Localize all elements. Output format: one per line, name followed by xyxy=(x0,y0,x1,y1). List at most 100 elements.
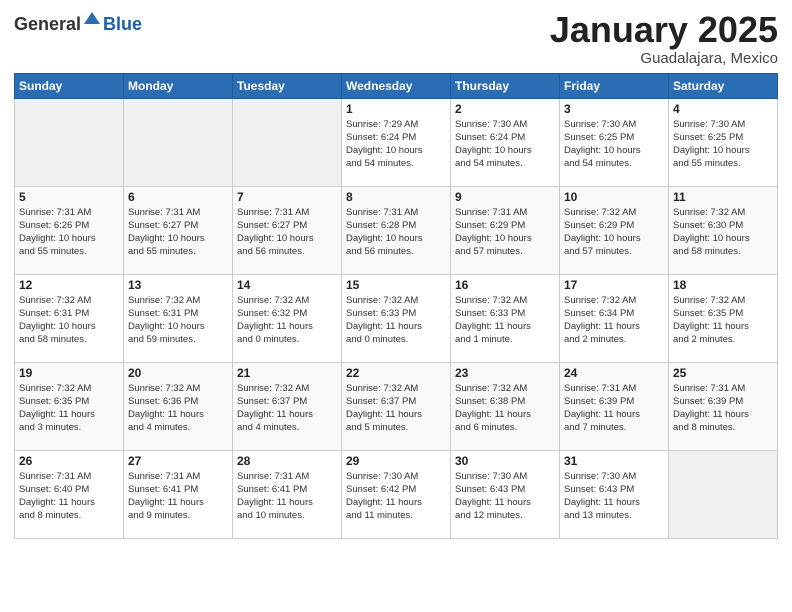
day-number: 24 xyxy=(564,366,664,380)
col-tuesday: Tuesday xyxy=(233,73,342,98)
day-info: Sunrise: 7:32 AM Sunset: 6:38 PM Dayligh… xyxy=(455,382,555,435)
calendar-day-cell: 31 Sunrise: 7:30 AM Sunset: 6:43 PM Dayli… xyxy=(560,450,669,538)
calendar-day-cell: 12 Sunrise: 7:32 AM Sunset: 6:31 PM Dayli… xyxy=(15,274,124,362)
day-number: 7 xyxy=(237,190,337,204)
col-friday: Friday xyxy=(560,73,669,98)
day-number: 29 xyxy=(346,454,446,468)
day-info: Sunrise: 7:32 AM Sunset: 6:33 PM Dayligh… xyxy=(346,294,446,347)
day-info: Sunrise: 7:32 AM Sunset: 6:31 PM Dayligh… xyxy=(128,294,228,347)
calendar-day-cell: 29Sunrise: 7:30 AM Sunset: 6:42 PM Dayli… xyxy=(342,450,451,538)
day-info: Sunrise: 7:29 AM Sunset: 6:24 PM Dayligh… xyxy=(346,118,446,171)
calendar-week-row: 12 Sunrise: 7:32 AM Sunset: 6:31 PM Dayli… xyxy=(15,274,778,362)
day-number: 12 xyxy=(19,278,119,292)
calendar-day-cell: 20 Sunrise: 7:32 AM Sunset: 6:36 PM Dayli… xyxy=(124,362,233,450)
day-number: 1 xyxy=(346,102,446,116)
day-info: Sunrise: 7:30 AM Sunset: 6:25 PM Dayligh… xyxy=(564,118,664,171)
col-wednesday: Wednesday xyxy=(342,73,451,98)
calendar-day-cell: 8 Sunrise: 7:31 AM Sunset: 6:28 PM Daylig… xyxy=(342,186,451,274)
calendar-day-cell: 25Sunrise: 7:31 AM Sunset: 6:39 PM Dayli… xyxy=(669,362,778,450)
header: General Blue January 2025 Guadalajara, M… xyxy=(14,10,778,67)
calendar-day-cell: 5 Sunrise: 7:31 AM Sunset: 6:26 PM Daylig… xyxy=(15,186,124,274)
calendar-day-cell: 3 Sunrise: 7:30 AM Sunset: 6:25 PM Daylig… xyxy=(560,98,669,186)
calendar-day-cell: 26Sunrise: 7:31 AM Sunset: 6:40 PM Dayli… xyxy=(15,450,124,538)
calendar-day-cell: 7Sunrise: 7:31 AM Sunset: 6:27 PM Daylig… xyxy=(233,186,342,274)
calendar-day-cell: 2Sunrise: 7:30 AM Sunset: 6:24 PM Daylig… xyxy=(451,98,560,186)
day-info: Sunrise: 7:32 AM Sunset: 6:33 PM Dayligh… xyxy=(455,294,555,347)
day-number: 23 xyxy=(455,366,555,380)
calendar-day-cell: 16 Sunrise: 7:32 AM Sunset: 6:33 PM Dayli… xyxy=(451,274,560,362)
location: Guadalajara, Mexico xyxy=(550,50,778,67)
page: General Blue January 2025 Guadalajara, M… xyxy=(0,0,792,612)
calendar-day-cell xyxy=(233,98,342,186)
day-info: Sunrise: 7:32 AM Sunset: 6:34 PM Dayligh… xyxy=(564,294,664,347)
day-info: Sunrise: 7:31 AM Sunset: 6:26 PM Dayligh… xyxy=(19,206,119,259)
day-number: 6 xyxy=(128,190,228,204)
col-thursday: Thursday xyxy=(451,73,560,98)
calendar-day-cell: 9Sunrise: 7:31 AM Sunset: 6:29 PM Daylig… xyxy=(451,186,560,274)
calendar-day-cell: 28Sunrise: 7:31 AM Sunset: 6:41 PM Dayli… xyxy=(233,450,342,538)
day-number: 27 xyxy=(128,454,228,468)
day-info: Sunrise: 7:31 AM Sunset: 6:27 PM Dayligh… xyxy=(128,206,228,259)
day-info: Sunrise: 7:30 AM Sunset: 6:24 PM Dayligh… xyxy=(455,118,555,171)
title-area: January 2025 Guadalajara, Mexico xyxy=(550,10,778,67)
day-info: Sunrise: 7:31 AM Sunset: 6:41 PM Dayligh… xyxy=(128,470,228,523)
day-number: 16 xyxy=(455,278,555,292)
day-number: 21 xyxy=(237,366,337,380)
calendar-day-cell: 22Sunrise: 7:32 AM Sunset: 6:37 PM Dayli… xyxy=(342,362,451,450)
calendar-day-cell: 17 Sunrise: 7:32 AM Sunset: 6:34 PM Dayli… xyxy=(560,274,669,362)
day-number: 5 xyxy=(19,190,119,204)
day-info: Sunrise: 7:31 AM Sunset: 6:39 PM Dayligh… xyxy=(673,382,773,435)
calendar-day-cell: 15Sunrise: 7:32 AM Sunset: 6:33 PM Dayli… xyxy=(342,274,451,362)
day-number: 20 xyxy=(128,366,228,380)
col-sunday: Sunday xyxy=(15,73,124,98)
calendar-day-cell: 21 Sunrise: 7:32 AM Sunset: 6:37 PM Dayli… xyxy=(233,362,342,450)
day-info: Sunrise: 7:31 AM Sunset: 6:28 PM Dayligh… xyxy=(346,206,446,259)
calendar-day-cell: 4Sunrise: 7:30 AM Sunset: 6:25 PM Daylig… xyxy=(669,98,778,186)
logo: General Blue xyxy=(14,10,142,35)
day-info: Sunrise: 7:32 AM Sunset: 6:36 PM Dayligh… xyxy=(128,382,228,435)
calendar-day-cell: 14Sunrise: 7:32 AM Sunset: 6:32 PM Dayli… xyxy=(233,274,342,362)
calendar-day-cell: 10Sunrise: 7:32 AM Sunset: 6:29 PM Dayli… xyxy=(560,186,669,274)
day-number: 30 xyxy=(455,454,555,468)
day-number: 13 xyxy=(128,278,228,292)
calendar-day-cell: 6 Sunrise: 7:31 AM Sunset: 6:27 PM Daylig… xyxy=(124,186,233,274)
day-number: 18 xyxy=(673,278,773,292)
day-number: 22 xyxy=(346,366,446,380)
day-number: 8 xyxy=(346,190,446,204)
calendar-day-cell: 11Sunrise: 7:32 AM Sunset: 6:30 PM Dayli… xyxy=(669,186,778,274)
day-number: 3 xyxy=(564,102,664,116)
logo-blue-text: Blue xyxy=(103,14,142,35)
calendar-day-cell: 18 Sunrise: 7:32 AM Sunset: 6:35 PM Dayli… xyxy=(669,274,778,362)
logo-icon xyxy=(82,10,102,30)
calendar-day-cell: 13 Sunrise: 7:32 AM Sunset: 6:31 PM Dayli… xyxy=(124,274,233,362)
day-info: Sunrise: 7:32 AM Sunset: 6:35 PM Dayligh… xyxy=(673,294,773,347)
calendar-week-row: 1 Sunrise: 7:29 AM Sunset: 6:24 PM Daylig… xyxy=(15,98,778,186)
calendar: Sunday Monday Tuesday Wednesday Thursday… xyxy=(14,73,778,539)
calendar-day-cell xyxy=(124,98,233,186)
day-info: Sunrise: 7:31 AM Sunset: 6:40 PM Dayligh… xyxy=(19,470,119,523)
day-info: Sunrise: 7:31 AM Sunset: 6:41 PM Dayligh… xyxy=(237,470,337,523)
calendar-header-row: Sunday Monday Tuesday Wednesday Thursday… xyxy=(15,73,778,98)
calendar-week-row: 19Sunrise: 7:32 AM Sunset: 6:35 PM Dayli… xyxy=(15,362,778,450)
day-number: 19 xyxy=(19,366,119,380)
day-info: Sunrise: 7:32 AM Sunset: 6:37 PM Dayligh… xyxy=(237,382,337,435)
col-monday: Monday xyxy=(124,73,233,98)
day-info: Sunrise: 7:30 AM Sunset: 6:43 PM Dayligh… xyxy=(564,470,664,523)
calendar-day-cell: 24Sunrise: 7:31 AM Sunset: 6:39 PM Dayli… xyxy=(560,362,669,450)
month-title: January 2025 xyxy=(550,10,778,50)
day-number: 17 xyxy=(564,278,664,292)
day-info: Sunrise: 7:30 AM Sunset: 6:43 PM Dayligh… xyxy=(455,470,555,523)
calendar-day-cell: 27 Sunrise: 7:31 AM Sunset: 6:41 PM Dayli… xyxy=(124,450,233,538)
day-info: Sunrise: 7:31 AM Sunset: 6:29 PM Dayligh… xyxy=(455,206,555,259)
day-info: Sunrise: 7:32 AM Sunset: 6:31 PM Dayligh… xyxy=(19,294,119,347)
calendar-day-cell xyxy=(15,98,124,186)
day-number: 10 xyxy=(564,190,664,204)
day-info: Sunrise: 7:32 AM Sunset: 6:32 PM Dayligh… xyxy=(237,294,337,347)
day-info: Sunrise: 7:30 AM Sunset: 6:25 PM Dayligh… xyxy=(673,118,773,171)
day-info: Sunrise: 7:32 AM Sunset: 6:30 PM Dayligh… xyxy=(673,206,773,259)
calendar-day-cell: 23 Sunrise: 7:32 AM Sunset: 6:38 PM Dayli… xyxy=(451,362,560,450)
day-number: 31 xyxy=(564,454,664,468)
calendar-day-cell: 1 Sunrise: 7:29 AM Sunset: 6:24 PM Daylig… xyxy=(342,98,451,186)
calendar-week-row: 26Sunrise: 7:31 AM Sunset: 6:40 PM Dayli… xyxy=(15,450,778,538)
logo-general-text: General xyxy=(14,14,81,35)
